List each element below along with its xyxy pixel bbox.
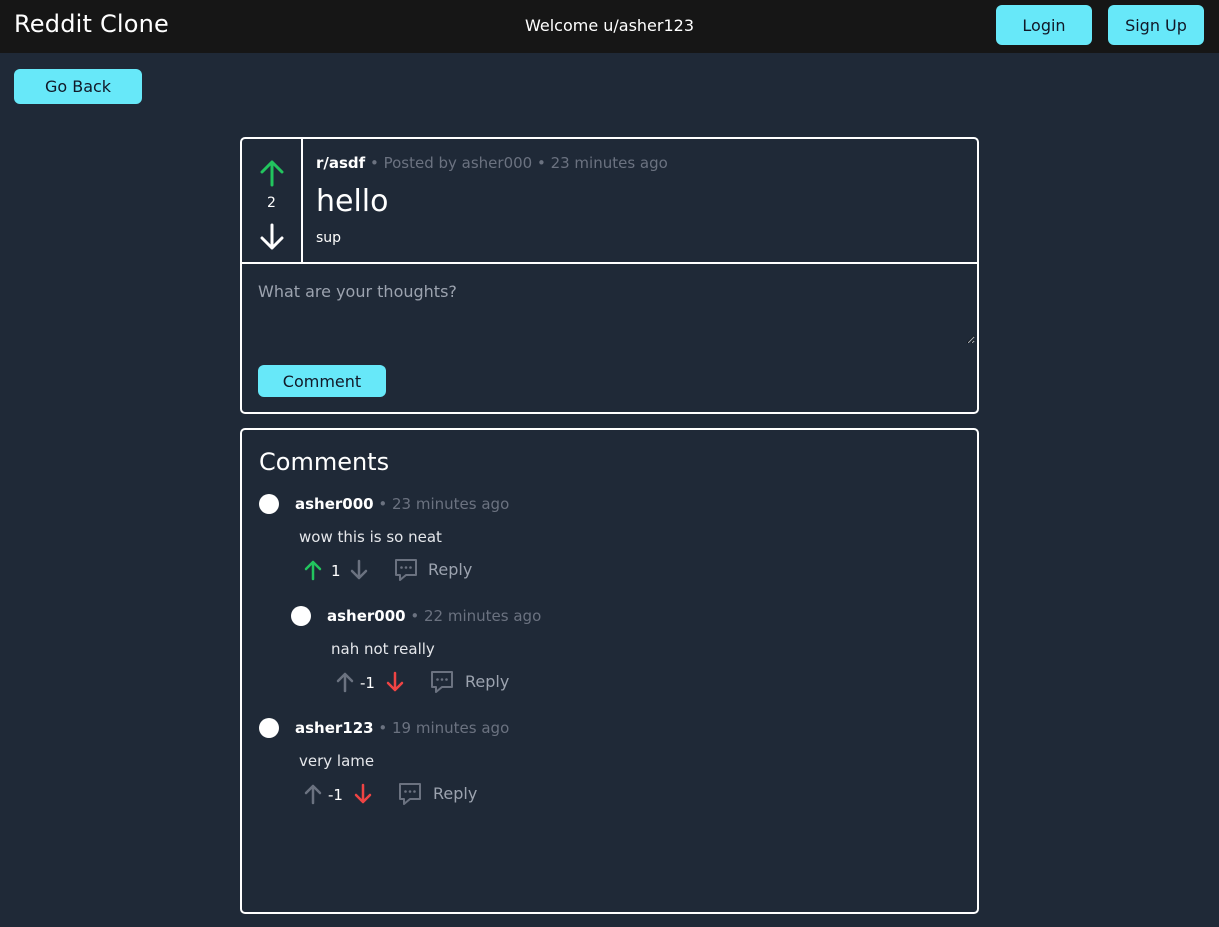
avatar: [259, 494, 279, 514]
post-byline: • Posted by asher000 • 23 minutes ago: [365, 154, 668, 172]
comment-input[interactable]: [244, 266, 975, 344]
comment-time: • 22 minutes ago: [405, 607, 542, 625]
comment-header: asher000 • 22 minutes ago: [327, 607, 541, 625]
signup-button[interactable]: Sign Up: [1108, 5, 1204, 45]
comment-score: 1: [331, 562, 341, 580]
comment-item: asher000 • 22 minutes ago nah not really…: [291, 606, 951, 701]
comment-text: very lame: [299, 752, 375, 770]
post-score: 2: [267, 195, 276, 211]
arrow-up-icon[interactable]: [260, 159, 284, 191]
comment-bubble-icon[interactable]: [397, 781, 423, 811]
comment-submit-button[interactable]: Comment: [258, 365, 386, 397]
login-button[interactable]: Login: [996, 5, 1092, 45]
arrow-down-icon[interactable]: [353, 783, 373, 809]
arrow-down-icon[interactable]: [349, 559, 369, 585]
avatar: [259, 718, 279, 738]
post-card: 2 r/asdf • Posted by asher000 • 23 minut…: [240, 137, 979, 414]
comment-header: asher123 • 19 minutes ago: [295, 719, 509, 737]
comment-author[interactable]: asher000: [327, 607, 406, 625]
arrow-down-icon[interactable]: [260, 223, 284, 255]
post-meta: r/asdf • Posted by asher000 • 23 minutes…: [316, 154, 967, 172]
comment-author[interactable]: asher123: [295, 719, 374, 737]
comment-bubble-icon[interactable]: [393, 557, 419, 587]
avatar: [291, 606, 311, 626]
subreddit-link[interactable]: r/asdf: [316, 154, 365, 172]
comment-item: asher123 • 19 minutes ago very lame -1 R…: [259, 718, 959, 813]
arrow-up-icon[interactable]: [303, 559, 323, 585]
post-body: r/asdf • Posted by asher000 • 23 minutes…: [316, 154, 967, 246]
post-vote-column: 2: [242, 139, 303, 262]
comment-score: -1: [328, 786, 343, 804]
reply-button[interactable]: Reply: [465, 672, 509, 691]
divider: [242, 262, 977, 264]
post-title: hello: [316, 184, 389, 219]
comment-header: asher000 • 23 minutes ago: [295, 495, 509, 513]
comment-text: wow this is so neat: [299, 528, 442, 546]
comment-text: nah not really: [331, 640, 435, 658]
comment-bubble-icon[interactable]: [429, 669, 455, 699]
go-back-button[interactable]: Go Back: [14, 69, 142, 104]
reply-button[interactable]: Reply: [433, 784, 477, 803]
reply-button[interactable]: Reply: [428, 560, 472, 579]
comment-item: asher000 • 23 minutes ago wow this is so…: [259, 494, 959, 589]
comment-time: • 19 minutes ago: [373, 719, 510, 737]
comment-score: -1: [360, 674, 375, 692]
post-text: sup: [316, 230, 342, 246]
comments-heading: Comments: [259, 448, 390, 476]
arrow-up-icon[interactable]: [335, 671, 355, 697]
comment-time: • 23 minutes ago: [373, 495, 510, 513]
arrow-down-icon[interactable]: [385, 671, 405, 697]
comment-author[interactable]: asher000: [295, 495, 374, 513]
arrow-up-icon[interactable]: [303, 783, 323, 809]
top-navbar: Reddit Clone Welcome u/asher123 Login Si…: [0, 0, 1219, 53]
comments-card: Comments asher000 • 23 minutes ago wow t…: [240, 428, 979, 914]
